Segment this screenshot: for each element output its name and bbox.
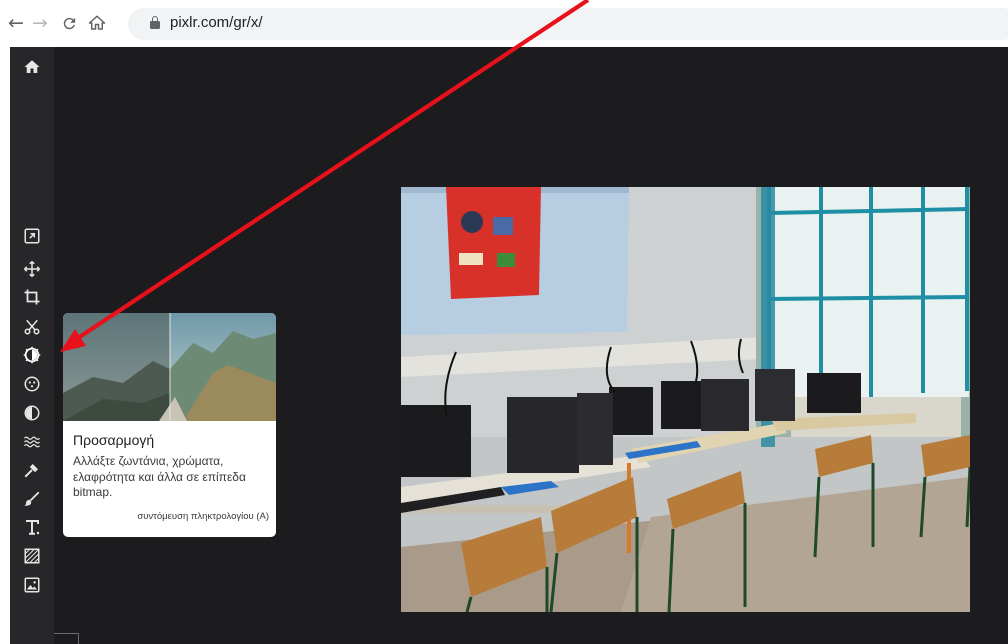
home-icon[interactable]: [86, 12, 108, 34]
panel-toggle-tab[interactable]: [54, 633, 79, 644]
tooltip-shortcut: συντόμευση πληκτρολογίου (A): [137, 511, 269, 522]
tooltip-description: Αλλάξτε ζωντάνια, χρώματα, ελαφρότητα κα…: [73, 454, 246, 499]
pattern-icon[interactable]: [10, 543, 54, 569]
liquify-icon[interactable]: [10, 400, 54, 426]
cutout-icon[interactable]: [10, 314, 54, 340]
tooltip-title: Προσαρμογή: [73, 432, 155, 448]
arrow-right-icon[interactable]: →: [29, 12, 51, 34]
add-image-icon[interactable]: [10, 572, 54, 598]
crop-icon[interactable]: [10, 284, 54, 310]
filter-icon[interactable]: [10, 371, 54, 397]
adjust-tooltip-card: Προσαρμογή Αλλάξτε ζωντάνια, χρώματα, ελ…: [63, 313, 276, 537]
retouch-icon[interactable]: [10, 457, 54, 483]
brush-icon[interactable]: [10, 486, 54, 512]
tools-sidebar: [10, 47, 54, 644]
url-text[interactable]: pixlr.com/gr/x/: [170, 14, 263, 31]
canvas-image[interactable]: [401, 187, 970, 612]
tooltip-preview-image: [63, 313, 276, 421]
arrow-left-icon[interactable]: ←: [5, 12, 27, 34]
move-icon[interactable]: [10, 256, 54, 282]
home-icon[interactable]: [10, 54, 54, 80]
wave-effect-icon[interactable]: [10, 429, 54, 455]
reload-icon[interactable]: [58, 12, 80, 34]
pixlr-editor: Προσαρμογή Αλλάξτε ζωντάνια, χρώματα, ελ…: [0, 47, 1008, 644]
lock-icon: [150, 16, 160, 30]
browser-toolbar: ← → pixlr.com/gr/x/: [0, 0, 1008, 47]
text-icon[interactable]: [10, 514, 54, 540]
arrange-icon[interactable]: [10, 223, 54, 249]
window-edge: [0, 47, 10, 644]
adjust-icon[interactable]: [10, 342, 54, 368]
